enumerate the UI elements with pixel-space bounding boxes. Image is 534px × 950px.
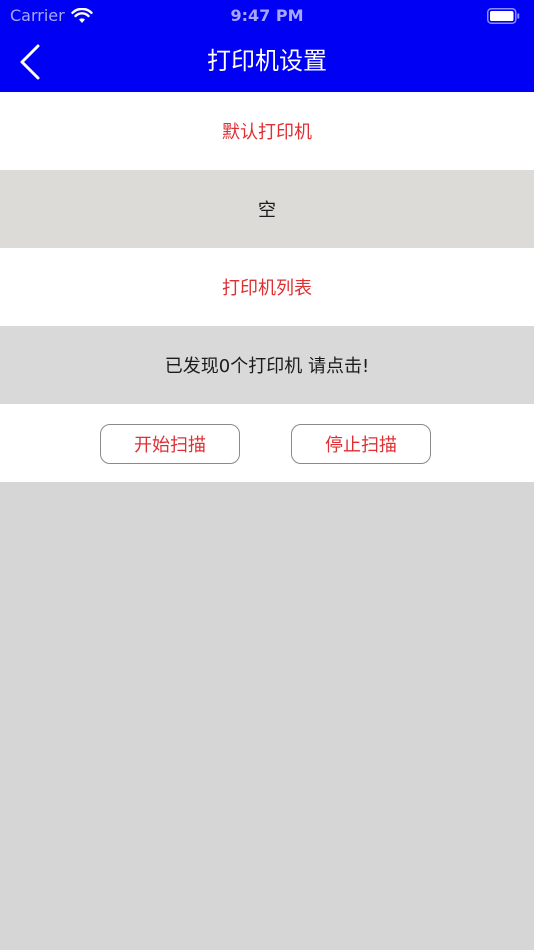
default-printer-value-row: 空: [0, 170, 534, 248]
battery-icon: [487, 8, 520, 24]
scan-actions-row: 开始扫描 停止扫描: [0, 404, 534, 482]
printer-list-section-header: 打印机列表: [0, 248, 534, 326]
default-printer-value: 空: [258, 200, 276, 221]
status-time: 9:47 PM: [230, 6, 304, 25]
page-title: 打印机设置: [207, 47, 327, 75]
navigation-bar: Carrier 9:47 PM 打印机设置: [0, 0, 534, 92]
status-bar: Carrier 9:47 PM: [0, 0, 534, 32]
printer-list-status-text: 已发现0个打印机 请点击!: [164, 356, 370, 377]
printer-list-status-row[interactable]: 已发现0个打印机 请点击!: [0, 326, 534, 404]
default-printer-header-label: 默认打印机: [222, 122, 312, 143]
default-printer-section-header: 默认打印机: [0, 92, 534, 170]
start-scan-button[interactable]: 开始扫描: [100, 424, 240, 464]
empty-content-area: [0, 482, 534, 950]
printer-list-header-label: 打印机列表: [222, 278, 312, 299]
stop-scan-button[interactable]: 停止扫描: [291, 424, 431, 464]
